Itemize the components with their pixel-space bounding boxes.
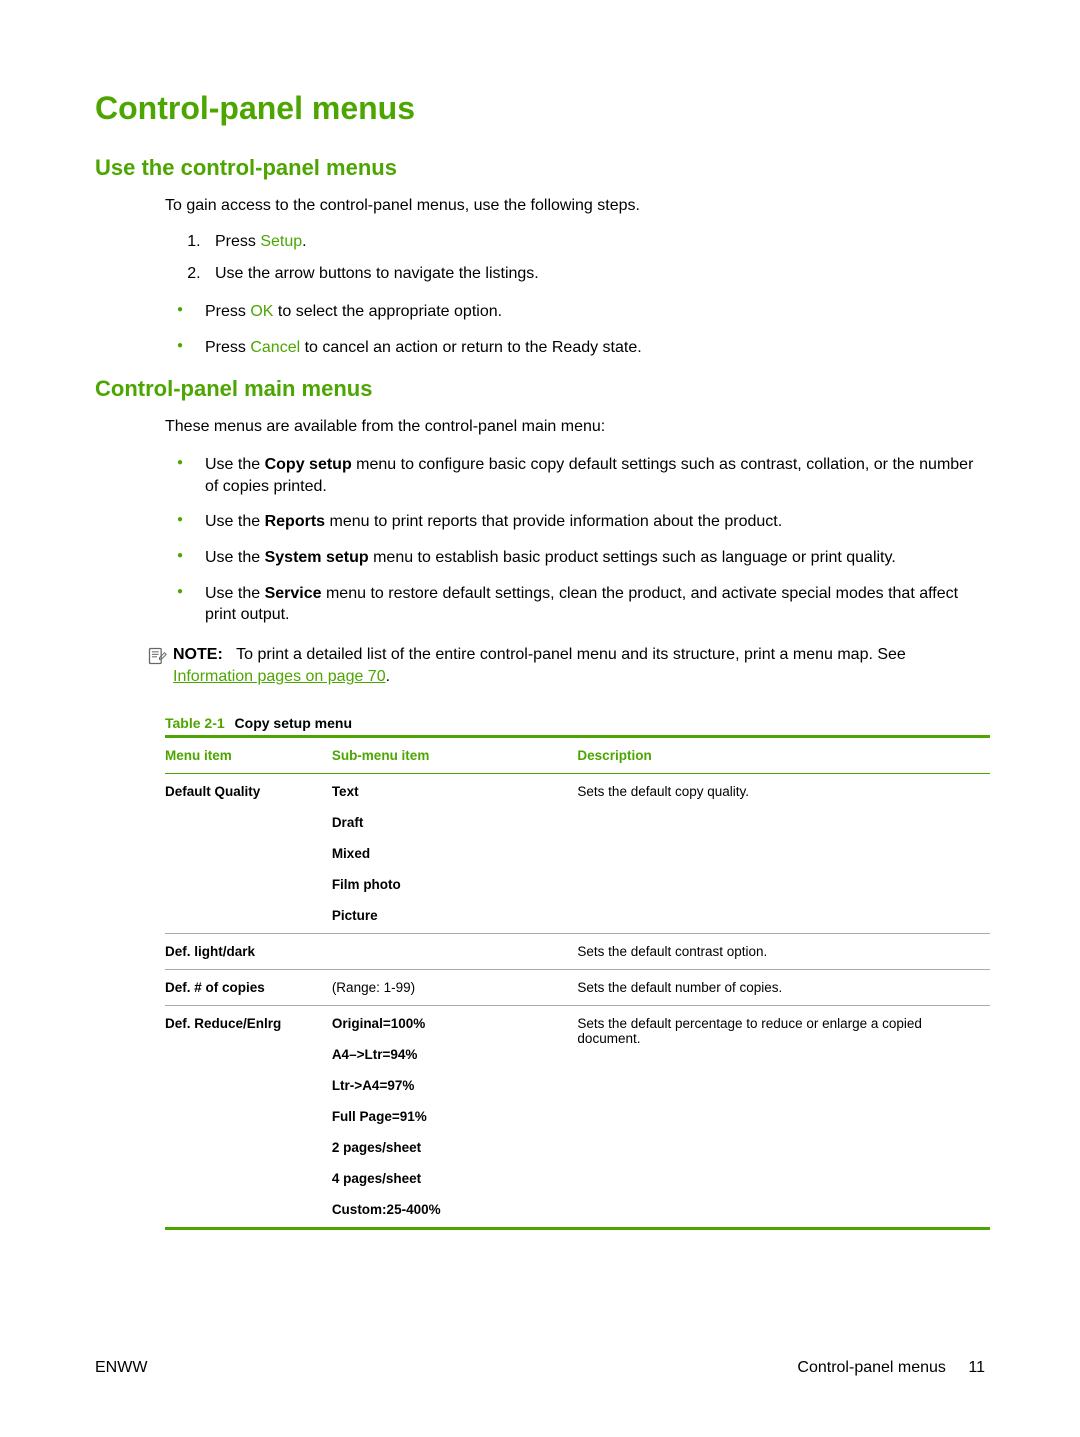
ok-button-label: OK (250, 303, 273, 320)
copy-setup-table: Menu item Sub-menu item Description Defa… (165, 735, 990, 1230)
col-header-desc: Description (577, 736, 990, 773)
note-block: NOTE: To print a detailed list of the en… (147, 644, 985, 689)
note-label: NOTE: (173, 646, 223, 663)
bullet-service: Use the Service menu to restore default … (165, 583, 985, 626)
cell-sub: (Range: 1-99) (332, 969, 578, 1005)
cancel-button-label: Cancel (250, 339, 300, 356)
footer-left: ENWW (95, 1359, 147, 1377)
cell-menu: Def. # of copies (165, 969, 332, 1005)
bullet-reports: Use the Reports menu to print reports th… (165, 511, 985, 533)
table-row: Def. Reduce/Enlrg Original=100% A4–>Ltr=… (165, 1005, 990, 1228)
document-page: Control-panel menus Use the control-pane… (0, 0, 1080, 1437)
col-header-sub: Sub-menu item (332, 736, 578, 773)
cell-desc: Sets the default percentage to reduce or… (577, 1005, 990, 1228)
info-pages-link[interactable]: Information pages on page 70 (173, 668, 386, 685)
table-row: Def. # of copies (Range: 1-99) Sets the … (165, 969, 990, 1005)
note-icon (147, 646, 167, 666)
footer-right: Control-panel menus 11 (797, 1359, 985, 1377)
table-row: Default Quality Text Draft Mixed Film ph… (165, 773, 990, 933)
cell-sub: Original=100% A4–>Ltr=94% Ltr->A4=97% Fu… (332, 1005, 578, 1228)
section-heading-main-menus: Control-panel main menus (95, 376, 985, 402)
bullet-system-setup: Use the System setup menu to establish b… (165, 547, 985, 569)
step-1: Press Setup. (205, 233, 985, 251)
page-footer: ENWW Control-panel menus 11 (95, 1359, 985, 1377)
cell-menu: Def. light/dark (165, 933, 332, 969)
table-caption: Table 2-1 Copy setup menu (165, 715, 985, 731)
cell-menu: Def. Reduce/Enlrg (165, 1005, 332, 1228)
table-header-row: Menu item Sub-menu item Description (165, 736, 990, 773)
cell-desc: Sets the default contrast option. (577, 933, 990, 969)
intro-paragraph: To gain access to the control-panel menu… (165, 197, 985, 215)
bullet-cancel: Press Cancel to cancel an action or retu… (165, 337, 985, 359)
step-text-suffix: . (302, 233, 306, 250)
note-text: NOTE: To print a detailed list of the en… (173, 644, 985, 689)
cell-desc: Sets the default copy quality. (577, 773, 990, 933)
table-row: Def. light/dark Sets the default contras… (165, 933, 990, 969)
table-caption-title: Copy setup menu (235, 715, 352, 731)
col-header-menu: Menu item (165, 736, 332, 773)
cell-menu: Default Quality (165, 773, 332, 933)
page-number: 11 (968, 1359, 985, 1376)
section-heading-use-menus: Use the control-panel menus (95, 155, 985, 181)
setup-button-label: Setup (260, 233, 302, 250)
bullet-copy-setup: Use the Copy setup menu to configure bas… (165, 454, 985, 497)
bullet-ok: Press OK to select the appropriate optio… (165, 301, 985, 323)
step-text: Use the arrow buttons to navigate the li… (215, 265, 539, 282)
main-menu-bullets: Use the Copy setup menu to configure bas… (165, 454, 985, 626)
sub-bullets: Press OK to select the appropriate optio… (165, 301, 985, 358)
steps-list: Press Setup. Use the arrow buttons to na… (165, 233, 985, 283)
step-text: Press (215, 233, 260, 250)
page-title: Control-panel menus (95, 90, 985, 127)
step-2: Use the arrow buttons to navigate the li… (205, 265, 985, 283)
table-caption-label: Table 2-1 (165, 715, 225, 731)
intro-paragraph-2: These menus are available from the contr… (165, 418, 985, 436)
cell-sub: Text Draft Mixed Film photo Picture (332, 773, 578, 933)
cell-desc: Sets the default number of copies. (577, 969, 990, 1005)
cell-sub (332, 933, 578, 969)
